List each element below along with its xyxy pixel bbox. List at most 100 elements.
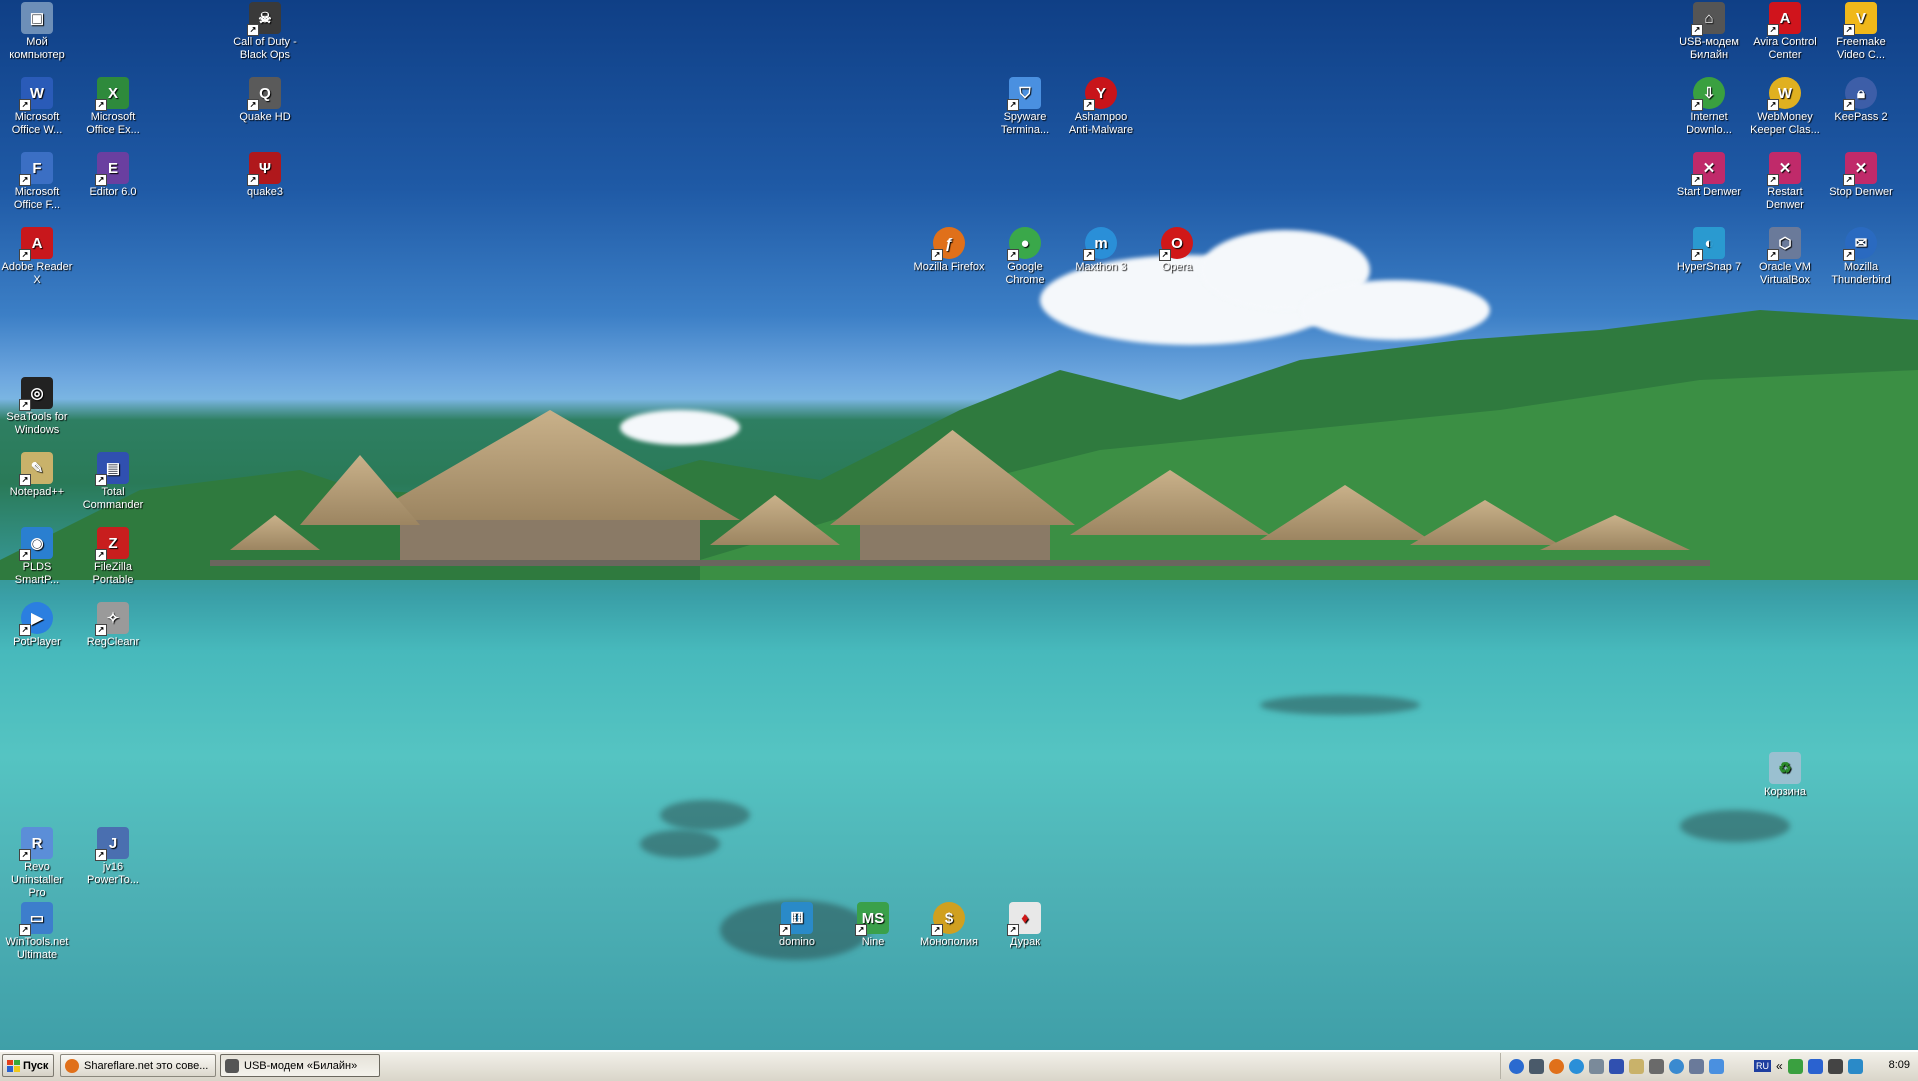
wallpaper-hut xyxy=(400,520,700,560)
desktop-icon-thunderbird[interactable]: ✉ ↗ Mozilla Thunderbird xyxy=(1824,225,1898,287)
network-icon[interactable] xyxy=(1529,1058,1544,1074)
desktop-icon-label: Adobe Reader X xyxy=(1,261,73,286)
notepad-icon[interactable] xyxy=(1629,1058,1644,1074)
desktop-icon-label: Дурак xyxy=(1009,936,1041,948)
tools-icon: J ↗ xyxy=(95,827,129,861)
desktop-icon-virtualbox[interactable]: ⬡ ↗ Oracle VM VirtualBox xyxy=(1748,225,1822,287)
desktop-icon-avira[interactable]: A ↗ Avira Control Center xyxy=(1748,0,1822,62)
signal-icon[interactable] xyxy=(1827,1058,1843,1074)
desktop-icon-label: RegCleanr xyxy=(86,636,140,648)
playing-card-icon: ♦ ↗ xyxy=(1007,902,1041,936)
virtualbox-icon: ⬡ ↗ xyxy=(1767,227,1801,261)
start-button[interactable]: Пуск xyxy=(2,1054,54,1077)
desktop-icon-label: Total Commander xyxy=(82,486,144,511)
desktop-icon-firefox[interactable]: ƒ ↗ Mozilla Firefox xyxy=(912,225,986,274)
desktop-icon-recycle-bin[interactable]: ♻ Корзина xyxy=(1748,750,1822,799)
desktop-icon-plds[interactable]: ◉ ↗ PLDS SmartP... xyxy=(0,525,74,587)
desktop-icon-editor[interactable]: E ↗ Editor 6.0 xyxy=(76,150,150,199)
printer-icon[interactable] xyxy=(1649,1058,1664,1074)
desktop-icon-total-commander[interactable]: ▤ ↗ Total Commander xyxy=(76,450,150,512)
desktop-icon-monopoly[interactable]: $ ↗ Монополия xyxy=(912,900,986,949)
globe-icon[interactable] xyxy=(1669,1058,1684,1074)
desktop-icon-start-denwer[interactable]: ✕ ↗ Start Denwer xyxy=(1672,150,1746,199)
desktop-icon-label: FileZilla Portable xyxy=(92,561,134,586)
desktop-icon-notepadpp[interactable]: ✎ ↗ Notepad++ xyxy=(0,450,74,499)
desktop-icon-call-of-duty[interactable]: ☠ ↗ Call of Duty - Black Ops xyxy=(228,0,302,62)
desktop-icon-excel[interactable]: X ↗ Microsoft Office Ex... xyxy=(76,75,150,137)
chevron-left-icon[interactable]: « xyxy=(1776,1059,1783,1073)
firefox-icon xyxy=(65,1058,79,1073)
desktop-icon-maxthon[interactable]: m ↗ Maxthon 3 xyxy=(1064,225,1138,274)
modem-icon xyxy=(225,1058,239,1073)
clock[interactable]: 8:09 xyxy=(1889,1059,1910,1071)
desktop-icon-jv16[interactable]: J ↗ jv16 PowerTo... xyxy=(76,825,150,887)
freemake-icon: V ↗ xyxy=(1843,2,1877,36)
desktop-icon-spyware-terminator[interactable]: ⛉ ↗ Spyware Termina... xyxy=(988,75,1062,137)
cleaner-icon: ✧ ↗ xyxy=(95,602,129,636)
desktop-icon-label: Монополия xyxy=(920,936,978,948)
desktop-icon-label: Maxthon 3 xyxy=(1075,261,1127,273)
desktop-icon-regcleanr[interactable]: ✧ ↗ RegCleanr xyxy=(76,600,150,649)
wallpaper-coral xyxy=(1680,810,1790,842)
desktop-icon-label: Google Chrome xyxy=(1005,261,1045,286)
antimalware-icon: Y ↗ xyxy=(1083,77,1117,111)
desktop-icon-wintools[interactable]: ▭ ↗ WinTools.net Ultimate xyxy=(0,900,74,962)
camera-icon: ◐ ↗ xyxy=(1691,227,1725,261)
taskbar-button-firefox[interactable]: Shareflare.net это сове... xyxy=(60,1054,216,1077)
desktop-icon-word[interactable]: W ↗ Microsoft Office W... xyxy=(0,75,74,137)
wallpaper-coral xyxy=(660,800,750,830)
desktop-icon-label: quake3 xyxy=(246,186,284,198)
desktop-icon-freemake[interactable]: V ↗ Freemake Video C... xyxy=(1824,0,1898,62)
download-icon: ⇩ ↗ xyxy=(1691,77,1725,111)
desktop-icon-label: USB-модем Билайн xyxy=(1679,36,1739,61)
desktop-icon-durak[interactable]: ♦ ↗ Дурак xyxy=(988,900,1062,949)
desktop-icon-my-computer[interactable]: ▣ Мой компьютер xyxy=(0,0,74,62)
chrome-icon: ● ↗ xyxy=(1007,227,1041,261)
maxthon-icon[interactable] xyxy=(1569,1058,1584,1074)
quake3-icon: Ψ ↗ xyxy=(247,152,281,186)
desktop-icon-usb-modem[interactable]: ⌂ ↗ USB-модем Билайн xyxy=(1672,0,1746,62)
desktop-icon-domino[interactable]: ⚅ ↗ domino xyxy=(760,900,834,949)
frontpage-icon: F ↗ xyxy=(19,152,53,186)
desktop-icon-ashampoo[interactable]: Y ↗ Ashampoo Anti-Malware xyxy=(1064,75,1138,137)
desktop-icon-webmoney[interactable]: W ↗ WebMoney Keeper Clas... xyxy=(1748,75,1822,137)
language-indicator[interactable]: RU xyxy=(1754,1060,1771,1072)
network-status-icon[interactable] xyxy=(1807,1058,1823,1074)
taskbar-button-label: USB-модем «Билайн» xyxy=(244,1059,358,1072)
desktop-icon-adobe-reader[interactable]: A ↗ Adobe Reader X xyxy=(0,225,74,287)
desktop-icon-restart-denwer[interactable]: ✕ ↗ Restart Denwer xyxy=(1748,150,1822,212)
taskbar-button-usb-modem[interactable]: USB-модем «Билайн» xyxy=(220,1054,380,1077)
desktop-icon-frontpage[interactable]: F ↗ Microsoft Office F... xyxy=(0,150,74,212)
security-icon[interactable] xyxy=(1847,1058,1863,1074)
desktop-icon-label: Корзина xyxy=(1764,786,1806,798)
desktop-icon-seatools[interactable]: ◎ ↗ SeaTools for Windows xyxy=(0,375,74,437)
floppy-icon[interactable] xyxy=(1609,1058,1624,1074)
desktop-icon-hypersnap[interactable]: ◐ ↗ HyperSnap 7 xyxy=(1672,225,1746,274)
settings-icon[interactable] xyxy=(1589,1058,1604,1074)
desktop-icon-label: WinTools.net Ultimate xyxy=(5,936,69,961)
wallpaper-coral xyxy=(640,830,720,858)
taskbar-button-label: Shareflare.net это сове... xyxy=(84,1059,209,1072)
virtualbox-icon[interactable] xyxy=(1689,1058,1704,1074)
desktop-icon-chrome[interactable]: ● ↗ Google Chrome xyxy=(988,225,1062,287)
desktop-icon-idm[interactable]: ⇩ ↗ Internet Downlo... xyxy=(1672,75,1746,137)
desktop-icon-quake3[interactable]: Ψ ↗ quake3 xyxy=(228,150,302,199)
desktop-icon-nine[interactable]: MS ↗ Nine xyxy=(836,900,910,949)
taskbar: Пуск Shareflare.net это сове... USB-моде… xyxy=(0,1050,1918,1081)
desktop-icon-quake-hd[interactable]: Q ↗ Quake HD xyxy=(228,75,302,124)
desktop-icon-keepass[interactable]: 🔒︎ ↗ KeePass 2 xyxy=(1824,75,1898,124)
antivirus-icon[interactable] xyxy=(1787,1058,1803,1074)
ie-icon[interactable] xyxy=(1509,1058,1524,1074)
desktop-icon-potplayer[interactable]: ▶ ↗ PotPlayer xyxy=(0,600,74,649)
desktop-icon-stop-denwer[interactable]: ✕ ↗ Stop Denwer xyxy=(1824,150,1898,199)
wallpaper-coral xyxy=(1260,695,1420,715)
desktop-icon-label: Editor 6.0 xyxy=(89,186,137,198)
lock-icon: 🔒︎ ↗ xyxy=(1843,77,1877,111)
editor-icon: E ↗ xyxy=(95,152,129,186)
firefox-icon[interactable] xyxy=(1549,1058,1564,1074)
desktop-icon-opera[interactable]: O ↗ Opera xyxy=(1140,225,1214,274)
desktop-icon-revo[interactable]: R ↗ Revo Uninstaller Pro xyxy=(0,825,74,900)
usb-icon[interactable] xyxy=(1709,1058,1724,1074)
desktop-icon-filezilla[interactable]: Z ↗ FileZilla Portable xyxy=(76,525,150,587)
desktop-icon-label: jv16 PowerTo... xyxy=(87,861,139,886)
